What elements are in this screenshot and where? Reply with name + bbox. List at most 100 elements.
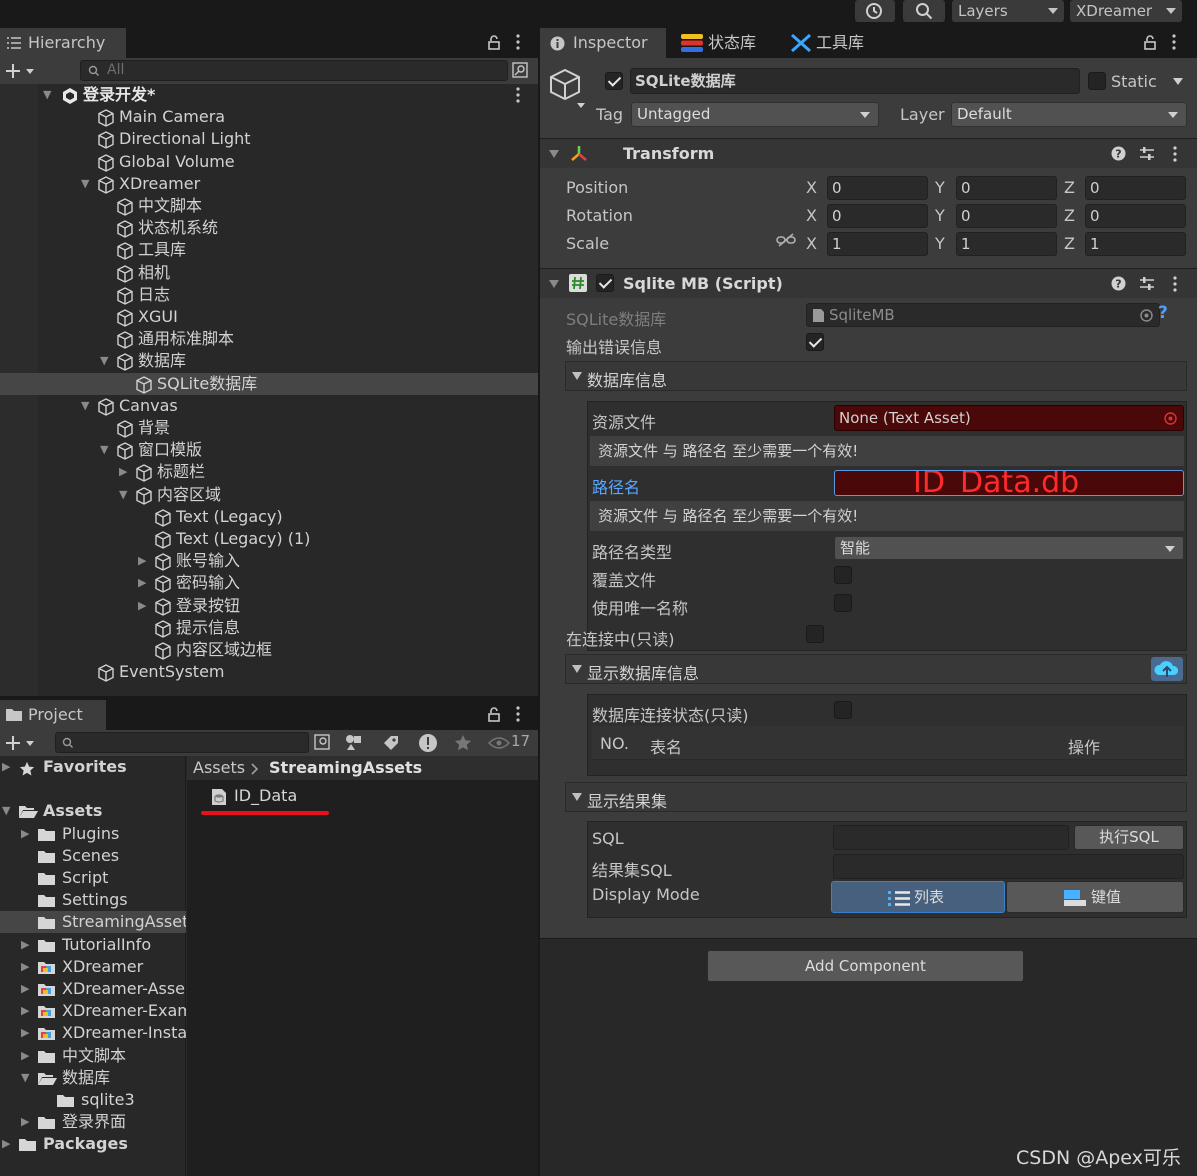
mode-list-button[interactable]: 列表 (831, 881, 1005, 913)
tab-inspector[interactable]: Inspector (540, 28, 666, 58)
project-folder-row[interactable]: StreamingAsset (0, 911, 186, 934)
kebab-menu-icon[interactable] (1172, 34, 1176, 50)
lock-icon[interactable] (488, 707, 500, 722)
path-input[interactable]: ID_Data.db (834, 470, 1184, 496)
expand-arrow-icon[interactable]: ▼ (119, 484, 127, 506)
result-sql-input[interactable] (833, 854, 1184, 879)
preset-icon[interactable] (1139, 146, 1155, 161)
transform-x-field[interactable]: 0 (827, 204, 928, 228)
expand-arrow-icon[interactable]: ▼ (2, 800, 10, 822)
db-info-foldout[interactable]: 数据库信息 (565, 361, 1187, 391)
transform-y-field[interactable]: 1 (956, 232, 1057, 256)
collapse-arrow-icon[interactable]: ▶ (21, 823, 29, 845)
tab-tool-library[interactable]: 工具库 (784, 28, 884, 58)
collapse-arrow-icon[interactable]: ▶ (138, 550, 146, 572)
transform-y-field[interactable]: 0 (956, 176, 1057, 200)
collapse-arrow-icon[interactable]: ▶ (119, 461, 127, 483)
expand-arrow-icon[interactable]: ▼ (100, 439, 108, 461)
layers-dropdown[interactable]: Layers (952, 0, 1064, 22)
project-folder-row[interactable]: ▶ Plugins (0, 823, 186, 845)
object-name-field[interactable]: SQLite数据库 (630, 68, 1080, 94)
history-button[interactable] (855, 0, 895, 22)
kebab-menu-icon[interactable] (516, 706, 520, 722)
collapse-arrow-icon[interactable]: ▶ (21, 1111, 29, 1133)
hierarchy-row[interactable]: ▼ 内容区域 (0, 484, 538, 506)
project-folder-row[interactable]: ▶ Favorites (0, 756, 186, 778)
warning-filter-icon[interactable] (418, 733, 438, 753)
collapse-arrow-icon[interactable]: ▶ (138, 572, 146, 594)
hierarchy-row[interactable]: 相机 (0, 262, 538, 284)
project-folder-row[interactable]: ▶ XDreamer-Asse (0, 978, 186, 1000)
collapse-arrow-icon[interactable]: ▶ (21, 934, 29, 956)
scene-search-icon[interactable] (314, 734, 330, 750)
eye-icon[interactable] (488, 737, 510, 749)
hierarchy-row[interactable]: ▶ 标题栏 (0, 461, 538, 483)
project-folder-row[interactable]: ▼ 数据库 (0, 1067, 186, 1089)
constrain-proportions-icon[interactable] (776, 233, 796, 247)
hierarchy-row[interactable]: ▶ 账号输入 (0, 550, 538, 572)
collapse-arrow-icon[interactable]: ▶ (21, 1022, 29, 1044)
hierarchy-row[interactable]: 日志 (0, 284, 538, 306)
hierarchy-row[interactable]: 背景 (0, 417, 538, 439)
help-icon[interactable]: ? (1111, 146, 1126, 161)
expand-arrow-icon[interactable]: ▼ (21, 1067, 29, 1089)
hierarchy-row[interactable]: Global Volume (0, 151, 538, 173)
unique-name-checkbox[interactable] (834, 594, 852, 612)
project-search-input[interactable] (55, 732, 309, 753)
collapse-arrow-icon[interactable]: ▶ (2, 1133, 10, 1155)
star-icon[interactable] (454, 734, 472, 752)
collapse-arrow-icon[interactable]: ▶ (2, 756, 10, 778)
type-filter-icon[interactable] (345, 734, 363, 752)
label-filter-icon[interactable] (382, 734, 400, 752)
transform-x-field[interactable]: 0 (827, 176, 928, 200)
hierarchy-row[interactable]: Text (Legacy) (1) (0, 528, 538, 550)
search-button[interactable] (903, 0, 945, 22)
lock-icon[interactable] (488, 35, 500, 50)
lock-icon[interactable] (1144, 35, 1156, 50)
project-folder-row[interactable]: Scenes (0, 845, 186, 867)
show-db-info-foldout[interactable]: 显示数据库信息 (565, 654, 1187, 684)
hierarchy-row[interactable]: 内容区域边框 (0, 639, 538, 661)
chevron-down-icon[interactable] (1173, 78, 1183, 85)
collapse-arrow-icon[interactable]: ▶ (21, 1000, 29, 1022)
add-icon[interactable] (5, 63, 35, 79)
expand-arrow-icon[interactable]: ▼ (43, 84, 51, 106)
result-set-foldout[interactable]: 显示结果集 (565, 782, 1187, 812)
active-checkbox[interactable] (605, 72, 623, 90)
hierarchy-row[interactable]: 中文脚本 (0, 195, 538, 217)
hierarchy-row[interactable]: SQLite数据库 (0, 372, 538, 395)
path-type-dropdown[interactable]: 智能 (834, 536, 1184, 560)
project-folder-row[interactable]: sqlite3 (0, 1089, 186, 1111)
project-folder-row[interactable]: ▶ 登录界面 (0, 1111, 186, 1133)
sql-input[interactable] (833, 825, 1069, 850)
hierarchy-search-input[interactable]: All (80, 60, 508, 81)
transform-z-field[interactable]: 1 (1085, 232, 1186, 256)
layer-dropdown[interactable]: Default (951, 102, 1187, 127)
hierarchy-row[interactable]: Directional Light (0, 128, 538, 150)
hierarchy-row[interactable]: EventSystem (0, 661, 538, 683)
kebab-menu-icon[interactable] (1173, 276, 1177, 292)
layout-dropdown[interactable]: XDreamer (1070, 0, 1182, 22)
breadcrumb-streamingassets[interactable]: StreamingAssets (269, 756, 422, 780)
output-error-checkbox[interactable] (806, 333, 824, 351)
static-checkbox[interactable] (1088, 72, 1106, 90)
project-folder-row[interactable]: ▶ 中文脚本 (0, 1045, 186, 1067)
transform-header[interactable]: Transform ? (540, 138, 1197, 168)
hierarchy-row[interactable]: ▼ XDreamer (0, 173, 538, 195)
collapse-arrow-icon[interactable]: ▶ (21, 1045, 29, 1067)
breadcrumb-assets[interactable]: Assets (193, 756, 245, 780)
hierarchy-row[interactable]: ▼ 窗口模版 (0, 439, 538, 461)
scene-search-icon[interactable] (512, 62, 528, 78)
transform-z-field[interactable]: 0 (1085, 204, 1186, 228)
resource-file-field[interactable]: None (Text Asset) (834, 405, 1184, 431)
help-question-icon[interactable]: ? (1158, 303, 1168, 323)
hierarchy-row[interactable]: ▼ 登录开发* (0, 84, 538, 106)
hierarchy-row[interactable]: ▼ Canvas (0, 395, 538, 417)
project-folder-row[interactable]: ▼ Assets (0, 800, 186, 822)
hierarchy-row[interactable]: Text (Legacy) (0, 506, 538, 528)
hierarchy-row[interactable]: 工具库 (0, 239, 538, 261)
project-folder-row[interactable]: ▶ Packages (0, 1133, 186, 1155)
tag-dropdown[interactable]: Untagged (631, 102, 879, 127)
project-folder-row[interactable]: Settings (0, 889, 186, 911)
hierarchy-row[interactable]: Main Camera (0, 106, 538, 128)
